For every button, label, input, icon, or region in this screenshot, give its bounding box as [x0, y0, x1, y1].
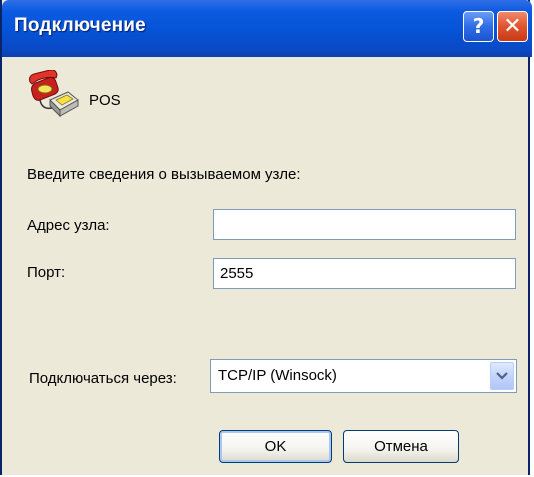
dialog-title: Подключение	[14, 15, 146, 36]
host-address-label: Адрес узла:	[27, 217, 110, 234]
cancel-button[interactable]: Отмена	[343, 430, 459, 463]
connect-via-label: Подключаться через:	[29, 370, 177, 387]
connection-name: POS	[89, 92, 121, 109]
connect-via-select[interactable]: TCP/IP (Winsock)	[210, 359, 517, 393]
prompt-text: Введите сведения о вызываемом узле:	[27, 166, 301, 183]
help-button[interactable]: ?	[463, 11, 494, 42]
port-label: Порт:	[27, 264, 66, 281]
connection-dialog: Подключение ? ✕ POS Введите сведения о в…	[0, 0, 532, 475]
chevron-down-icon	[496, 372, 508, 380]
connect-via-value: TCP/IP (Winsock)	[218, 367, 337, 384]
dropdown-arrow-button[interactable]	[490, 362, 514, 390]
close-button[interactable]: ✕	[497, 11, 528, 42]
port-input[interactable]	[213, 258, 516, 289]
host-address-input[interactable]	[213, 209, 516, 240]
phone-connection-icon	[29, 70, 79, 118]
title-bar[interactable]: Подключение ? ✕	[2, 0, 532, 57]
ok-button[interactable]: OK	[219, 430, 332, 463]
